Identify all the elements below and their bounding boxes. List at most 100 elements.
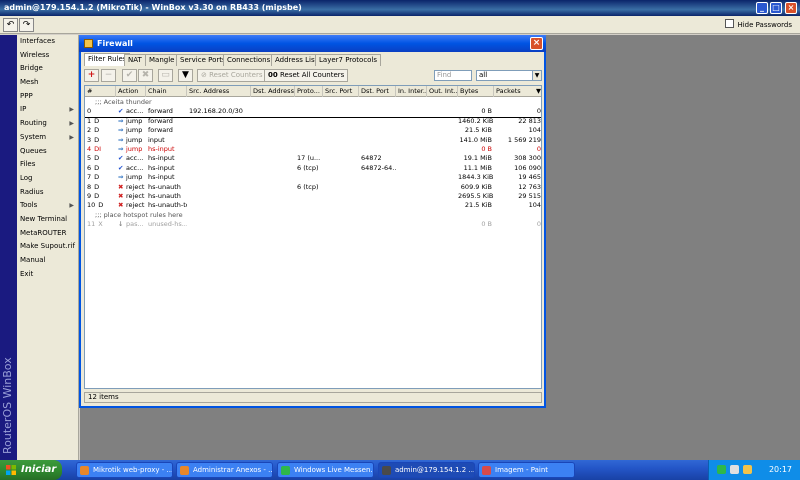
maximize-icon[interactable]: □ (770, 2, 782, 14)
table-row[interactable]: 1 D ⇒ jump forward 1460.2 KiB 22 813 (85, 116, 541, 126)
sidebar-item-label: IP (20, 105, 27, 114)
table-row[interactable]: 3 D ⇒ jump input 141.0 MiB 1 569 219 (85, 135, 541, 145)
undo-icon[interactable]: ↶ (3, 18, 18, 32)
column-header[interactable]: Src. Address (187, 86, 251, 97)
rule-comment: ;;; place hotspot rules here (95, 210, 183, 219)
table-row[interactable]: 11 X ↓ pas... unused-hs... 0 B0 (85, 220, 541, 229)
rule-action: jump (126, 116, 143, 125)
column-header[interactable]: Chain (146, 86, 187, 97)
table-row[interactable]: 5 D ✔ acc... hs-input 17 (u... 64872 19.1 MiB 30… (85, 154, 541, 163)
table-row[interactable]: 6 D ✔ acc... hs-input 6 (tcp) 64872-64... 11.1 … (85, 163, 541, 173)
rule-number: 9 (87, 192, 92, 200)
sidebar-item-make-supout-rif[interactable]: Make Supout.rif (17, 240, 78, 254)
sidebar-item-queues[interactable]: Queues (17, 145, 78, 159)
table-row[interactable]: 8 D ✖ reject hs-unauth 6 (tcp) 609.9 KiB 12 763 (85, 182, 541, 192)
column-header[interactable]: Dst. Port (359, 86, 396, 97)
cell-dport: 64872-64... (361, 163, 396, 172)
cell-src (187, 220, 251, 229)
table-row[interactable]: 9 D ✖ reject hs-unauth 2695.5 KiB 29 515 (85, 192, 541, 201)
close-window-icon[interactable]: × (530, 37, 543, 50)
cell-in (396, 183, 427, 192)
cell-in (396, 164, 427, 173)
taskbar-task[interactable]: Windows Live Messen... (277, 462, 374, 478)
sidebar-item-files[interactable]: Files (17, 158, 78, 172)
taskbar-task[interactable]: Mikrotik web-proxy - ... (76, 462, 173, 478)
chain-filter-select[interactable]: all ▼ (476, 70, 542, 81)
column-header[interactable]: Proto... (295, 86, 323, 97)
tab-layer7-protocols[interactable]: Layer7 Protocols (315, 54, 382, 66)
cell-bytes: 0 B (481, 145, 492, 153)
cell-proto: 6 (tcp) (297, 163, 319, 172)
taskbar-task[interactable]: admin@179.154.1.2 ... (378, 462, 475, 478)
table-row[interactable]: 2 D ⇒ jump forward 21.5 KiB 104 (85, 126, 541, 135)
rule-flags: D (94, 182, 100, 191)
column-header[interactable]: In. Inter... (396, 86, 427, 97)
cell-proto: 17 (u... (297, 154, 321, 163)
column-header[interactable]: Src. Port (323, 86, 359, 97)
add-icon[interactable]: + (84, 69, 99, 82)
sidebar-item-manual[interactable]: Manual (17, 254, 78, 268)
column-header[interactable]: # (85, 86, 116, 97)
security-tray-icon[interactable] (743, 465, 752, 474)
sidebar-item-wireless[interactable]: Wireless (17, 49, 78, 63)
tab-nat[interactable]: NAT (124, 54, 146, 66)
sidebar-item-system[interactable]: System ▶ (17, 131, 78, 145)
cell-chain: input (148, 135, 165, 144)
column-header[interactable]: Action (116, 86, 146, 97)
table-row[interactable]: 7 D ⇒ jump hs-input 1844.3 KiB 19 465 (85, 173, 541, 182)
taskbar: Iniciar 20:17 Mikrotik web-proxy - ... Ad… (0, 460, 800, 480)
column-header[interactable]: Out. Int... (427, 86, 458, 97)
tab-mangle[interactable]: Mangle (145, 54, 179, 66)
hide-passwords-toggle[interactable]: Hide Passwords (725, 19, 792, 29)
tab-connections[interactable]: Connections (223, 54, 275, 66)
cell-proto (295, 173, 323, 182)
sidebar-item-metarouter[interactable]: MetaROUTER (17, 227, 78, 241)
sidebar-item-bridge[interactable]: Bridge (17, 62, 78, 76)
tab-service-ports[interactable]: Service Ports (176, 54, 230, 66)
minimize-icon[interactable]: _ (756, 2, 768, 14)
table-row[interactable]: 4 DI ⇒ jump hs-input 0 B0 (85, 145, 541, 154)
firewall-title-bar[interactable]: Firewall × (79, 35, 546, 52)
table-row[interactable]: 10 D ✖ reject hs-unauth-to 21.5 KiB 104 (85, 201, 541, 210)
remove-icon[interactable]: − (101, 69, 116, 82)
cell-packets: 0 (536, 107, 541, 116)
chevron-down-icon[interactable]: ▼ (532, 71, 541, 80)
cell-dst (251, 192, 295, 201)
filter-icon[interactable]: ▼ (178, 69, 193, 82)
sidebar-item-routing[interactable]: Routing ▶ (17, 117, 78, 131)
sidebar-item-radius[interactable]: Radius (17, 186, 78, 200)
redo-icon[interactable]: ↷ (19, 18, 34, 32)
reset-counters-button[interactable]: ⊘ Reset Counters (197, 69, 267, 82)
cell-dst (251, 136, 295, 145)
cell-out (427, 117, 458, 126)
rule-number: 0 (87, 107, 92, 116)
sidebar-item-ip[interactable]: IP ▶ (17, 103, 78, 117)
network-tray-icon[interactable] (730, 465, 739, 474)
enable-icon[interactable]: ✔ (122, 69, 137, 82)
main-toolbar: ↶ ↷ Hide Passwords (0, 16, 800, 34)
column-header[interactable]: Bytes (458, 86, 494, 97)
sidebar-item-interfaces[interactable]: Interfaces (17, 35, 78, 49)
sidebar-item-mesh[interactable]: Mesh (17, 76, 78, 90)
disable-icon[interactable]: ✖ (138, 69, 153, 82)
taskbar-task[interactable]: Administrar Anexos - ... (176, 462, 273, 478)
rule-flags: D (94, 126, 100, 135)
cell-bytes: 141.0 MiB (459, 135, 492, 144)
column-header[interactable]: Dst. Address (251, 86, 295, 97)
sidebar-item-log[interactable]: Log (17, 172, 78, 186)
cell-num: 11 X (85, 220, 116, 229)
close-icon[interactable]: × (785, 2, 797, 14)
sidebar-item-tools[interactable]: Tools ▶ (17, 199, 78, 213)
taskbar-task[interactable]: Imagem - Paint (478, 462, 575, 478)
sidebar-item-exit[interactable]: Exit (17, 268, 78, 282)
table-row[interactable]: 0 ✔ acc... forward 192.168.20.0/30 0 B0 (85, 107, 541, 116)
messenger-tray-icon[interactable] (717, 465, 726, 474)
sidebar-item-new-terminal[interactable]: New Terminal (17, 213, 78, 227)
columns-menu-icon[interactable]: ▼ (534, 86, 541, 97)
reset-all-counters-button[interactable]: 00 Reset All Counters (264, 69, 349, 82)
start-button[interactable]: Iniciar (0, 460, 62, 480)
comment-icon[interactable]: ▭ (158, 69, 173, 82)
find-input[interactable]: Find (434, 70, 472, 81)
hide-passwords-checkbox[interactable] (725, 19, 735, 28)
sidebar-item-ppp[interactable]: PPP (17, 90, 78, 104)
